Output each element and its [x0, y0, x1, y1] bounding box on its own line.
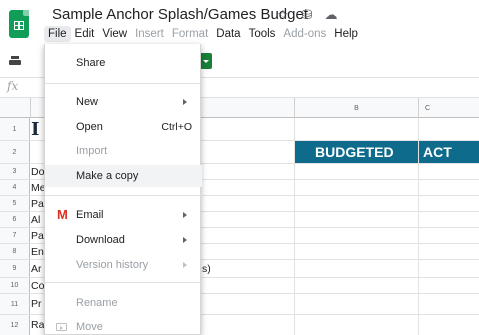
row-number[interactable]: 6: [0, 212, 30, 227]
menu-separator: [45, 282, 202, 283]
menu-item-new[interactable]: New: [45, 91, 202, 113]
menu-format[interactable]: Format: [168, 26, 212, 42]
row-number[interactable]: 8: [0, 244, 30, 259]
row-number[interactable]: 3: [0, 164, 30, 179]
move-to-drive-icon[interactable]: ⛁: [300, 7, 314, 23]
row-number[interactable]: 2: [0, 141, 30, 163]
menu-view[interactable]: View: [98, 26, 131, 42]
cell-a[interactable]: Pa: [31, 196, 44, 211]
fx-icon: fx: [7, 79, 19, 93]
print-icon[interactable]: [9, 56, 21, 66]
menu-file[interactable]: File: [44, 26, 71, 42]
shortcut-label: Ctrl+O: [161, 121, 192, 133]
submenu-arrow-icon: [183, 212, 187, 218]
menu-item-make-a-copy[interactable]: Make a copy: [45, 165, 202, 187]
cell-a[interactable]: Al: [31, 212, 40, 227]
menu-item-share[interactable]: Share: [45, 52, 202, 74]
menu-item-email[interactable]: Email: [45, 204, 202, 226]
cell-a[interactable]: Pa: [31, 228, 44, 243]
cell-a[interactable]: Co: [31, 278, 44, 293]
menu-separator: [45, 83, 202, 84]
menu-item-label: Version history: [76, 259, 149, 271]
menu-add-ons[interactable]: Add-ons: [279, 26, 330, 42]
cell-overflow-text[interactable]: s): [202, 260, 211, 277]
cell-budgeted-header[interactable]: BUDGETED: [295, 141, 418, 163]
row-number[interactable]: 11: [0, 294, 30, 314]
menu-insert[interactable]: Insert: [131, 26, 168, 42]
cell-a[interactable]: Pr: [31, 294, 42, 314]
menu-item-import[interactable]: Import: [45, 140, 202, 162]
menu-edit[interactable]: Edit: [71, 26, 99, 42]
cell-a[interactable]: Ra: [31, 315, 44, 335]
row-number[interactable]: 7: [0, 228, 30, 243]
cell-a[interactable]: Ar: [31, 260, 42, 277]
cell-a[interactable]: En: [31, 244, 44, 259]
row-number[interactable]: 12: [0, 315, 30, 335]
row-number[interactable]: 1: [0, 118, 30, 140]
gmail-icon: [57, 207, 69, 222]
menu-separator: [45, 195, 202, 196]
row-number[interactable]: 4: [0, 180, 30, 195]
cell-a[interactable]: Do: [31, 164, 44, 179]
submenu-arrow-icon: [183, 99, 187, 105]
cell-actual-header[interactable]: ACT: [419, 141, 479, 163]
menu-item-label: Rename: [76, 297, 118, 309]
row-number[interactable]: 9: [0, 260, 30, 277]
document-title[interactable]: Sample Anchor Splash/Games Budget: [52, 6, 308, 23]
menu-item-open[interactable]: Open Ctrl+O: [45, 116, 202, 138]
menu-item-label: Download: [76, 234, 125, 246]
menu-item-label: Email: [76, 209, 104, 221]
column-header-b[interactable]: B: [295, 98, 419, 118]
row-number[interactable]: 5: [0, 196, 30, 211]
file-menu-dropdown: Share New Open Ctrl+O Import Make a copy…: [44, 44, 202, 335]
column-header-c[interactable]: C: [419, 98, 479, 118]
menu-item-label: Make a copy: [76, 170, 139, 182]
submenu-arrow-icon: [183, 262, 187, 268]
menu-item-move[interactable]: Move: [45, 316, 202, 335]
menu-item-label: Move: [76, 321, 103, 333]
menu-item-download[interactable]: Download: [45, 229, 202, 251]
menu-data[interactable]: Data: [212, 26, 244, 42]
cloud-status-icon[interactable]: ☁: [324, 7, 338, 23]
select-all-corner[interactable]: [0, 98, 31, 118]
row-number[interactable]: 10: [0, 278, 30, 293]
menu-item-label: Share: [76, 57, 106, 69]
menu-help[interactable]: Help: [330, 26, 362, 42]
menu-tools[interactable]: Tools: [245, 26, 280, 42]
menu-bar: File Edit View Insert Format Data Tools …: [44, 24, 362, 44]
submenu-arrow-icon: [183, 237, 187, 243]
cell-a1[interactable]: I: [31, 118, 39, 140]
menu-item-label: Open: [76, 121, 103, 133]
column-header-a[interactable]: [201, 98, 295, 118]
menu-item-rename[interactable]: Rename: [45, 292, 202, 314]
menu-item-version-history[interactable]: Version history: [45, 254, 202, 276]
move-folder-icon: [56, 323, 67, 331]
star-icon[interactable]: ☆: [276, 7, 290, 23]
menu-item-label: New: [76, 96, 99, 108]
menu-item-label: Import: [76, 145, 108, 157]
sheets-logo-icon[interactable]: [9, 10, 29, 38]
